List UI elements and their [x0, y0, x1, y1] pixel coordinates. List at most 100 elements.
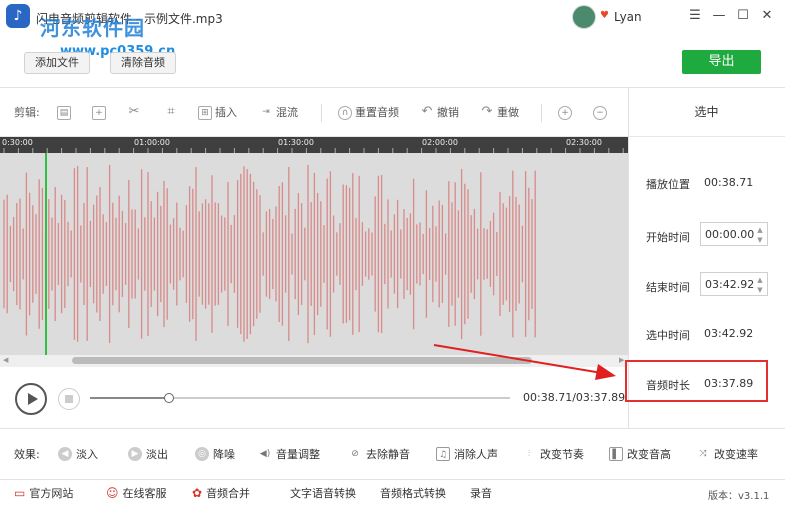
effects-label: 效果: [14, 448, 40, 461]
fade-in-icon: ◀ [58, 447, 72, 461]
add-file-button[interactable]: 添加文件 [24, 52, 90, 74]
mix-button[interactable]: ⇥ 混流 [259, 105, 298, 121]
selected-time-value: 03:42.92 [704, 327, 754, 340]
change-speed-label: 改变速率 [714, 448, 758, 461]
app-logo-icon: ♪ [6, 4, 30, 28]
stop-button[interactable] [58, 388, 80, 410]
zoom-out-icon[interactable]: − [593, 105, 607, 121]
edit-label: 剪辑: [14, 106, 40, 119]
change-pitch-label: 改变音高 [627, 448, 671, 461]
change-tempo-button[interactable]: ⫶ 改变节奏 [522, 446, 584, 462]
footer-record[interactable]: 录音 [470, 486, 492, 500]
footer-tts[interactable]: 文字语音转换 [290, 486, 356, 500]
change-speed-button[interactable]: ⤨ 改变速率 [696, 446, 758, 462]
volume-adjust-label: 音量调整 [276, 448, 320, 461]
progress-fill [90, 397, 164, 399]
change-tempo-label: 改变节奏 [540, 448, 584, 461]
monitor-icon: ▭ [14, 486, 26, 500]
toolbar-divider [321, 104, 322, 122]
minimize-icon[interactable]: — [710, 7, 728, 25]
insert-button[interactable]: ⊞ 插入 [198, 105, 237, 121]
toolbar-divider [541, 104, 542, 122]
fade-out-label: 淡出 [146, 448, 168, 461]
redo-button[interactable]: ↷ 重做 [480, 105, 519, 121]
merge-icon: ✿ [192, 486, 203, 500]
insert-label: 插入 [215, 106, 237, 119]
playhead[interactable] [45, 153, 47, 355]
start-time-field[interactable]: 00:00.00 ▲ ▼ [700, 222, 768, 246]
tick-label: 01:00:00 [134, 138, 170, 147]
mute-icon: ⊘ [351, 449, 359, 459]
decrement-icon[interactable]: ▼ [755, 235, 765, 245]
shuffle-icon: ⤨ [699, 449, 707, 459]
tick-label: 02:30:00 [566, 138, 602, 147]
undo-button[interactable]: ↶ 撤销 [420, 105, 459, 121]
zoom-in-icon[interactable]: + [558, 105, 572, 121]
end-time-field[interactable]: 03:42.92 ▲ ▼ [700, 272, 768, 296]
start-time-label: 开始时间 [646, 231, 690, 244]
remove-silence-label: 去除静音 [366, 448, 410, 461]
copy-icon[interactable]: ▤ [57, 105, 71, 121]
play-button[interactable] [15, 383, 47, 415]
increment-icon[interactable]: ▲ [755, 275, 765, 285]
change-pitch-button[interactable]: ▌ 改变音高 [609, 446, 671, 462]
volume-adjust-button[interactable]: ◀) 音量调整 [258, 446, 320, 462]
panel-title: 选中 [628, 88, 785, 137]
time-readout: 00:38.71/03:37.89 [523, 391, 626, 404]
denoise-label: 降噪 [213, 448, 235, 461]
end-time-label: 结束时间 [646, 281, 690, 294]
denoise-icon: ◎ [195, 447, 209, 461]
decrement-icon[interactable]: ▼ [755, 285, 765, 295]
cut-icon[interactable]: ✂ [127, 105, 141, 121]
reset-audio-button[interactable]: ∩ 重置音频 [338, 105, 399, 121]
tick-label: 0:30:00 [2, 138, 33, 147]
footer-support[interactable]: ☺ 在线客服 [106, 486, 167, 500]
export-button[interactable]: 导出 [682, 50, 761, 74]
maximize-icon[interactable]: ☐ [734, 7, 752, 25]
footer-format-convert[interactable]: 音频格式转换 [380, 486, 446, 500]
scroll-left-icon[interactable]: ◀ [3, 356, 8, 364]
play-position-label: 播放位置 [646, 178, 690, 191]
paste-icon[interactable]: + [92, 105, 106, 121]
pitch-icon: ▌ [609, 447, 623, 461]
play-icon [28, 393, 38, 405]
vocal-icon: ♫ [436, 447, 450, 461]
redo-icon: ↷ [481, 104, 493, 119]
menu-icon[interactable]: ☰ [686, 7, 704, 25]
tick-label: 01:30:00 [278, 138, 314, 147]
footer-website-label: 官方网站 [29, 487, 74, 500]
increment-icon[interactable]: ▲ [755, 225, 765, 235]
denoise-button[interactable]: ◎ 降噪 [195, 446, 235, 462]
duration-value: 03:37.89 [704, 377, 754, 390]
remove-vocals-label: 消除人声 [454, 448, 498, 461]
undo-label: 撤销 [437, 106, 459, 119]
play-position-value: 00:38.71 [704, 176, 754, 189]
mix-icon: ⇥ [262, 107, 270, 117]
redo-label: 重做 [497, 106, 519, 119]
footer-website[interactable]: ▭ 官方网站 [14, 486, 73, 500]
footer-merge-label: 音频合并 [206, 487, 251, 500]
fade-in-button[interactable]: ◀ 淡入 [58, 446, 98, 462]
waveform [3, 164, 536, 344]
footer-record-label: 录音 [470, 487, 492, 500]
end-time-value: 03:42.92 [705, 278, 755, 291]
clear-audio-button[interactable]: 清除音频 [110, 52, 176, 74]
remove-vocals-button[interactable]: ♫ 消除人声 [436, 446, 498, 462]
close-icon[interactable]: ✕ [758, 7, 776, 25]
vip-icon: ♥ [600, 10, 609, 21]
speaker-icon: ◀) [259, 449, 271, 459]
remove-silence-button[interactable]: ⊘ 去除静音 [348, 446, 410, 462]
annotation-arrow [433, 344, 616, 380]
crop-icon[interactable]: ⌗ [164, 105, 178, 121]
progress-knob[interactable] [164, 393, 174, 403]
reset-audio-label: 重置音频 [355, 106, 399, 119]
footer-merge[interactable]: ✿ 音频合并 [192, 486, 250, 500]
user-name[interactable]: Lyan [614, 10, 642, 24]
fade-out-button[interactable]: ▶ 淡出 [128, 446, 168, 462]
stop-icon [65, 395, 73, 403]
footer-support-label: 在线客服 [122, 487, 167, 500]
selected-time-label: 选中时间 [646, 329, 690, 342]
start-time-value: 00:00.00 [705, 228, 755, 241]
avatar[interactable] [572, 5, 596, 29]
person-icon: ☺ [106, 486, 119, 500]
